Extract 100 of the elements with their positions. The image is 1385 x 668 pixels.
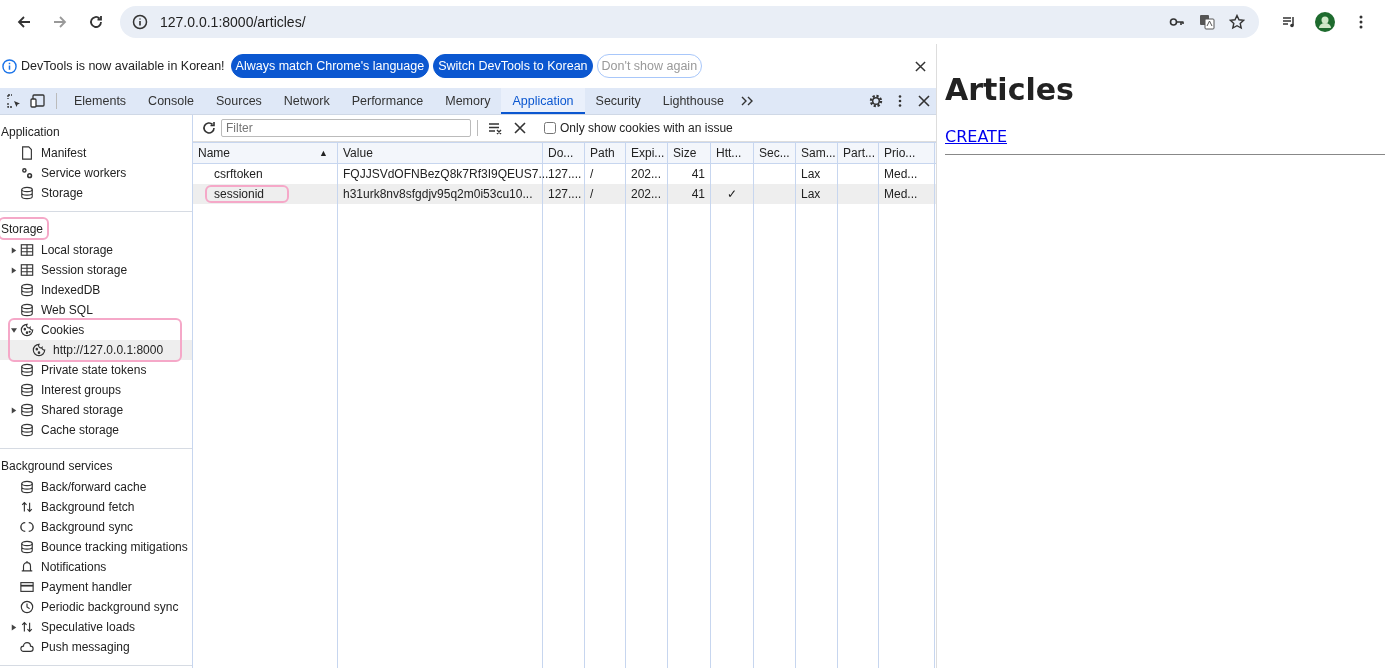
devtools-tab[interactable]: Elements (63, 88, 138, 114)
table-cell: Lax (801, 187, 821, 201)
sidebar-item[interactable]: Notifications (0, 557, 192, 577)
refresh-icon[interactable] (201, 120, 217, 136)
sidebar-item[interactable]: Manifest (0, 143, 192, 163)
devtools-tab[interactable]: Application (501, 88, 585, 114)
sidebar-item[interactable]: Storage (0, 183, 192, 203)
table-cell: Med... (884, 187, 918, 201)
star-icon[interactable] (1229, 14, 1245, 30)
sidebar-item[interactable]: Web SQL (0, 300, 192, 320)
close-icon[interactable] (916, 93, 932, 109)
table-cell: ✓ (727, 187, 737, 201)
file-icon (20, 146, 34, 160)
sidebar-item[interactable]: Service workers (0, 163, 192, 183)
db-icon (20, 480, 34, 494)
sidebar-item[interactable]: Private state tokens (0, 360, 192, 380)
highlight-mark (0, 217, 50, 240)
devtools-tab[interactable]: Performance (340, 88, 435, 114)
collapsed-arrow-icon[interactable] (11, 623, 17, 631)
sidebar-item[interactable]: Background fetch (0, 497, 192, 517)
column-header[interactable]: Sam... (796, 143, 838, 163)
section-heading: Application (1, 125, 60, 139)
column-header[interactable]: Path (585, 143, 626, 163)
sidebar-item[interactable]: Background sync (0, 517, 192, 537)
cookie-icon (32, 343, 46, 357)
sidebar-item[interactable]: Interest groups (0, 380, 192, 400)
sidebar-item[interactable]: Periodic background sync (0, 597, 192, 617)
forward-icon[interactable] (52, 14, 68, 30)
devtools-tab[interactable]: Sources (205, 88, 273, 114)
collapsed-arrow-icon[interactable] (11, 406, 17, 414)
column-header[interactable]: Part... (838, 143, 879, 163)
table-cell: h31urk8nv8sfgdjv95q2m0i53cu10... (343, 187, 533, 201)
info-icon[interactable] (132, 14, 148, 30)
table-cell: 127.... (548, 167, 582, 181)
table-icon (20, 263, 34, 277)
sidebar-item[interactable]: Push messaging (0, 637, 192, 657)
devtools-tab[interactable]: Security (584, 88, 652, 114)
sidebar-item[interactable]: IndexedDB (0, 280, 192, 300)
infobar-button[interactable]: Switch DevTools to Korean (433, 54, 593, 78)
inspect-icon[interactable] (6, 93, 22, 109)
collapsed-arrow-icon[interactable] (11, 246, 17, 254)
column-header[interactable]: Name ▲ (193, 143, 338, 163)
column-header[interactable]: Do... (543, 143, 585, 163)
device-toolbar-icon[interactable] (30, 93, 46, 109)
db-icon (20, 186, 34, 200)
sidebar-item[interactable]: Local storage (0, 240, 192, 260)
checkbox-label: Only show cookies with an issue (560, 121, 733, 135)
db-icon (20, 283, 34, 297)
column-header[interactable]: Size (668, 143, 711, 163)
db-icon (20, 303, 34, 317)
column-header[interactable]: Expi... (626, 143, 668, 163)
sidebar-item[interactable]: Payment handler (0, 577, 192, 597)
db-icon (20, 363, 34, 377)
sidebar-item[interactable]: Cookies (0, 320, 192, 340)
infobar-button[interactable]: Always match Chrome's language (230, 54, 430, 78)
avatar-icon[interactable] (1315, 12, 1335, 32)
devtools-tab[interactable]: Console (137, 88, 205, 114)
settings-icon[interactable] (868, 93, 884, 109)
delete-icon[interactable] (512, 120, 528, 136)
sidebar-item[interactable]: Speculative loads (0, 617, 192, 637)
db-icon (20, 383, 34, 397)
translate-icon[interactable] (1199, 14, 1215, 30)
back-icon[interactable] (16, 14, 32, 30)
table-cell: 41 (691, 187, 705, 201)
create-link[interactable]: CREATE (945, 127, 1007, 146)
address-bar[interactable]: 127.0.0.1:8000/articles/ (120, 6, 1259, 38)
column-header[interactable]: Htt... (711, 143, 754, 163)
cookie-icon (20, 323, 34, 337)
devtools-tab[interactable]: Memory (434, 88, 502, 114)
db-icon (20, 540, 34, 554)
collapsed-arrow-icon[interactable] (11, 266, 17, 274)
sidebar-item[interactable]: Cache storage (0, 420, 192, 440)
issue-checkbox[interactable] (544, 122, 556, 134)
expanded-arrow-icon[interactable] (11, 326, 17, 334)
column-header[interactable]: Prio... (879, 143, 935, 163)
card-icon (20, 580, 34, 594)
column-header[interactable]: Sec... (754, 143, 796, 163)
devtools-tab[interactable]: Network (272, 88, 341, 114)
sidebar-item[interactable]: Session storage (0, 260, 192, 280)
devtools-tab[interactable]: Lighthouse (651, 88, 735, 114)
table-cell: 202... (631, 167, 662, 181)
section-heading: Storage (1, 222, 44, 236)
column-header[interactable]: Value (338, 143, 543, 163)
url-text: 127.0.0.1:8000/articles/ (160, 14, 306, 30)
sidebar-item[interactable]: http://127.0.0.1:8000 (0, 340, 192, 360)
table-row[interactable]: sessionid h31urk8nv8sfgdjv95q2m0i53cu10... 127.... / 202... 41 ✓ Lax Med... (193, 184, 936, 204)
sidebar-item[interactable]: Shared storage (0, 400, 192, 420)
filter-field[interactable]: Filter (221, 119, 471, 137)
clock-icon (20, 600, 34, 614)
bell-icon (20, 560, 34, 574)
media-queue-icon[interactable] (1281, 14, 1297, 30)
table-cell: 41 (691, 167, 705, 181)
section-heading: Background services (1, 459, 113, 473)
close-icon[interactable] (915, 60, 926, 72)
table-icon (20, 243, 34, 257)
clear-filtered-icon[interactable] (488, 120, 504, 136)
table-cell: / (590, 167, 594, 181)
reload-icon[interactable] (88, 14, 104, 30)
sidebar-item[interactable]: Back/forward cache (0, 477, 192, 497)
sidebar-item[interactable]: Bounce tracking mitigations (0, 537, 192, 557)
